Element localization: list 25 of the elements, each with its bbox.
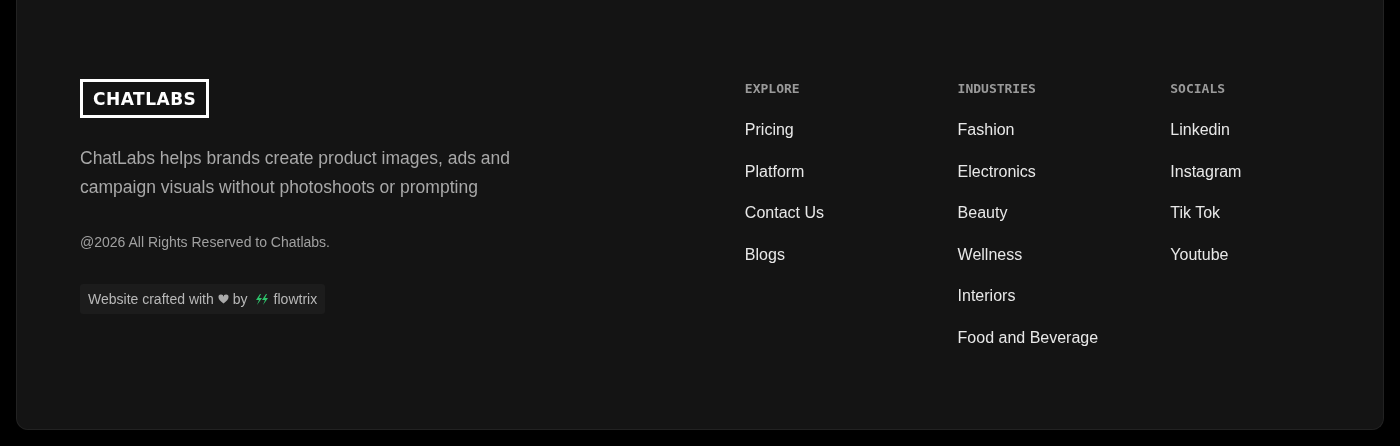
- footer-link[interactable]: Fashion: [957, 120, 1171, 140]
- footer-link[interactable]: Youtube: [1170, 244, 1383, 265]
- brand-link[interactable]: flowtrix: [273, 291, 318, 307]
- logo[interactable]: CHATLABS: [80, 79, 210, 118]
- column-heading: INDUSTRIES: [957, 81, 1037, 96]
- footer-link[interactable]: Interiors: [957, 286, 1171, 306]
- footer-link[interactable]: Pricing: [744, 120, 958, 140]
- footer-link[interactable]: Platform: [744, 161, 958, 182]
- bolt-icon: [254, 293, 270, 305]
- description: ChatLabs helps brands create product images, ads and campaign visuals without photoshoots or prompting: [80, 147, 511, 199]
- footer-link[interactable]: Instagram: [1170, 161, 1383, 182]
- heart-icon: [217, 294, 229, 304]
- copyright: @2026 All Rights Reserved to Chatlabs.: [80, 234, 330, 250]
- footer-link[interactable]: Wellness: [957, 244, 1171, 265]
- footer-link[interactable]: Tik Tok: [1170, 203, 1383, 223]
- footer-link[interactable]: Food and Beverage: [957, 327, 1171, 348]
- footer-link[interactable]: Electronics: [957, 161, 1171, 182]
- footer-link[interactable]: Linkedin: [1170, 120, 1383, 140]
- footer-link[interactable]: Beauty: [957, 203, 1171, 223]
- column-heading: SOCIALS: [1170, 81, 1227, 96]
- credit-text: Website crafted with: [88, 291, 214, 307]
- footer-link[interactable]: Blogs: [744, 244, 958, 265]
- footer-link[interactable]: Contact Us: [744, 203, 958, 223]
- column-heading: EXPLORE: [744, 81, 801, 96]
- credit-text: by: [232, 291, 248, 307]
